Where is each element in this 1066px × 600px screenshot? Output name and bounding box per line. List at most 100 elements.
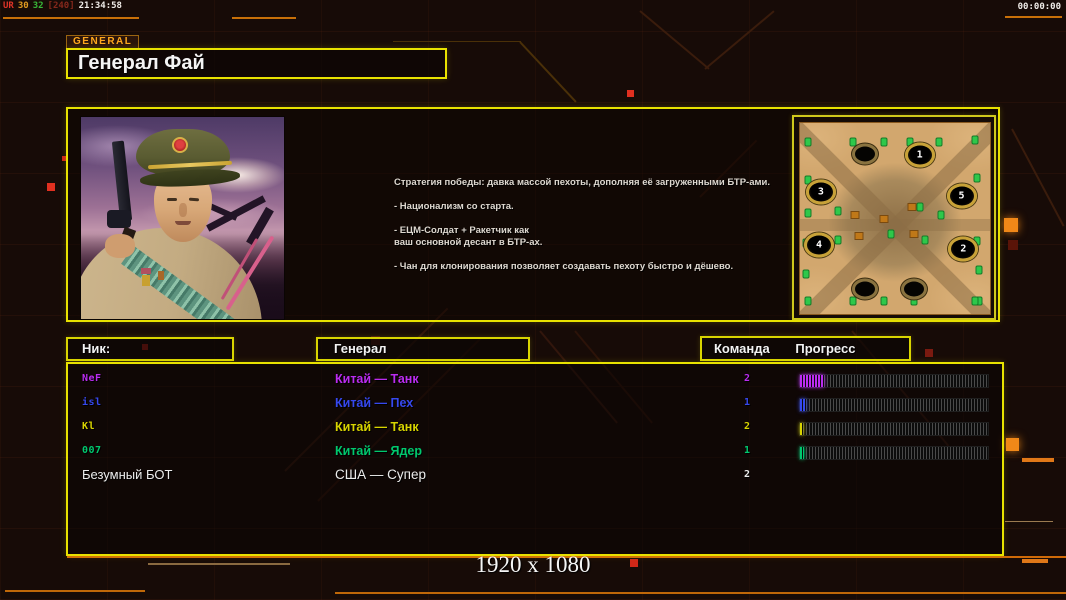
map-crater (851, 143, 878, 165)
map-building (909, 229, 919, 238)
map-building (854, 231, 864, 240)
player-team: 1 (743, 445, 751, 456)
mouth (174, 221, 191, 226)
decor-square (627, 90, 634, 97)
player-general: Китай — Ядер (335, 444, 423, 458)
decor-square (925, 349, 933, 357)
column-header-label: Ник: (82, 341, 111, 356)
column-header-team-progress: Команда Прогресс (700, 336, 911, 361)
nose (179, 202, 188, 217)
decor-line (3, 17, 139, 19)
decor-line (519, 41, 577, 103)
strategy-line: - ЕЦМ-Солдат + Ракетчик как ваш основной… (394, 225, 543, 248)
player-row: Kl Китай — Танк 2 (68, 416, 1002, 440)
minimap: 1 3 5 4 2 (792, 115, 996, 320)
strategy-line: - Чан для клонирования позволяет создава… (394, 261, 734, 272)
decor-square (1008, 240, 1018, 250)
map-resource-dot (975, 265, 983, 275)
resolution-label: 1920 x 1080 (475, 552, 591, 577)
general-tab-label: GENERAL (73, 36, 133, 47)
player-general: Китай — Танк (335, 420, 419, 434)
page-title: Генерал Фай (66, 48, 447, 79)
player-progress-bar (799, 398, 989, 412)
decor-line (1022, 458, 1054, 462)
player-team: 2 (743, 469, 751, 480)
player-general: Китай — Пех (335, 396, 414, 410)
general-info-panel: Стратегия победы: давка массой пехоты, д… (66, 107, 1000, 322)
general-medal (140, 267, 151, 286)
player-progress-fill (800, 423, 803, 435)
player-nick: isl (82, 397, 102, 408)
decor-line (5, 590, 145, 592)
general-portrait (80, 116, 285, 320)
map-start-position: 5 (946, 183, 977, 209)
revolver-cylinder (107, 209, 132, 228)
player-row: isl Китай — Пех 1 (68, 392, 1002, 416)
status-segment: 21:34:58 (78, 1, 122, 11)
decor-line (704, 10, 775, 70)
minimap-terrain: 1 3 5 4 2 (799, 122, 991, 315)
players-rows: NeF Китай — Танк 2 isl Китай — Пех 1 Kl … (68, 364, 1002, 554)
map-resource-dot (921, 235, 929, 244)
player-team: 1 (743, 397, 751, 408)
player-team: 2 (743, 373, 751, 384)
player-nick: Kl (82, 421, 96, 432)
map-resource-dot (802, 269, 810, 279)
general-hand (105, 234, 136, 259)
map-resource-dot (880, 137, 888, 147)
player-nick: NeF (82, 373, 102, 384)
decor-line (1005, 16, 1062, 18)
map-start-position: 4 (804, 232, 834, 258)
map-resource-dot (971, 135, 979, 145)
decor-line (393, 41, 521, 42)
map-resource-dot (849, 296, 857, 306)
decor-square (1004, 218, 1018, 232)
map-resource-dot (834, 235, 842, 244)
column-header-label: Генерал (334, 341, 387, 356)
map-resource-dot (804, 296, 812, 306)
eye (188, 197, 199, 202)
strategy-line: Стратегия победы: давка массой пехоты, д… (394, 177, 771, 188)
map-resource-dot (834, 206, 842, 216)
player-nick: Безумный БОТ (82, 467, 173, 482)
map-crater (851, 278, 878, 300)
decor-line (335, 592, 1066, 594)
map-resource-dot (804, 137, 812, 147)
decor-line (1011, 128, 1065, 227)
map-building (907, 203, 917, 212)
status-segment: 30 (17, 1, 29, 11)
players-table: NeF Китай — Танк 2 isl Китай — Пех 1 Kl … (66, 362, 1004, 556)
column-header-general: Генерал (316, 337, 530, 361)
map-resource-dot (916, 202, 924, 212)
map-resource-dot (971, 296, 979, 306)
map-resource-dot (935, 137, 943, 147)
player-progress-fill (800, 375, 825, 387)
status-segment: UR (3, 1, 14, 11)
map-crater (901, 278, 927, 300)
map-start-position: 2 (948, 236, 979, 262)
strategy-line: - Национализм со старта. (394, 201, 514, 212)
map-resource-dot (887, 229, 895, 239)
decor-line (639, 10, 710, 70)
player-progress-bar (799, 422, 989, 436)
player-general: США — Супер (335, 467, 426, 482)
general-medal (158, 270, 165, 280)
column-header-nick: Ник: (66, 337, 234, 361)
player-progress-fill (800, 399, 806, 411)
player-row: 007 Китай — Ядер 1 (68, 440, 1002, 464)
player-row: NeF Китай — Танк 2 (68, 368, 1002, 392)
decor-line (232, 17, 296, 19)
status-left: UR 30 32 [240] 21:34:58 (3, 1, 126, 11)
status-segment: [240] (47, 1, 75, 11)
eye (166, 198, 177, 202)
player-progress-bar (799, 374, 989, 388)
map-start-position: 3 (805, 179, 836, 205)
player-row: Безумный БОТ США — Супер 2 (68, 464, 1002, 488)
player-general: Китай — Танк (335, 372, 419, 386)
map-start-position: 1 (904, 142, 935, 168)
column-header-progress: Прогресс (795, 341, 856, 356)
game-lobby-screen: UR 30 32 [240] 21:34:58 00:00:00 GENERAL Ген… (0, 0, 1066, 600)
strategy-text: Стратегия победы: давка массой пехоты, д… (394, 177, 794, 285)
map-resource-dot (804, 208, 812, 218)
decor-square (1006, 438, 1019, 451)
